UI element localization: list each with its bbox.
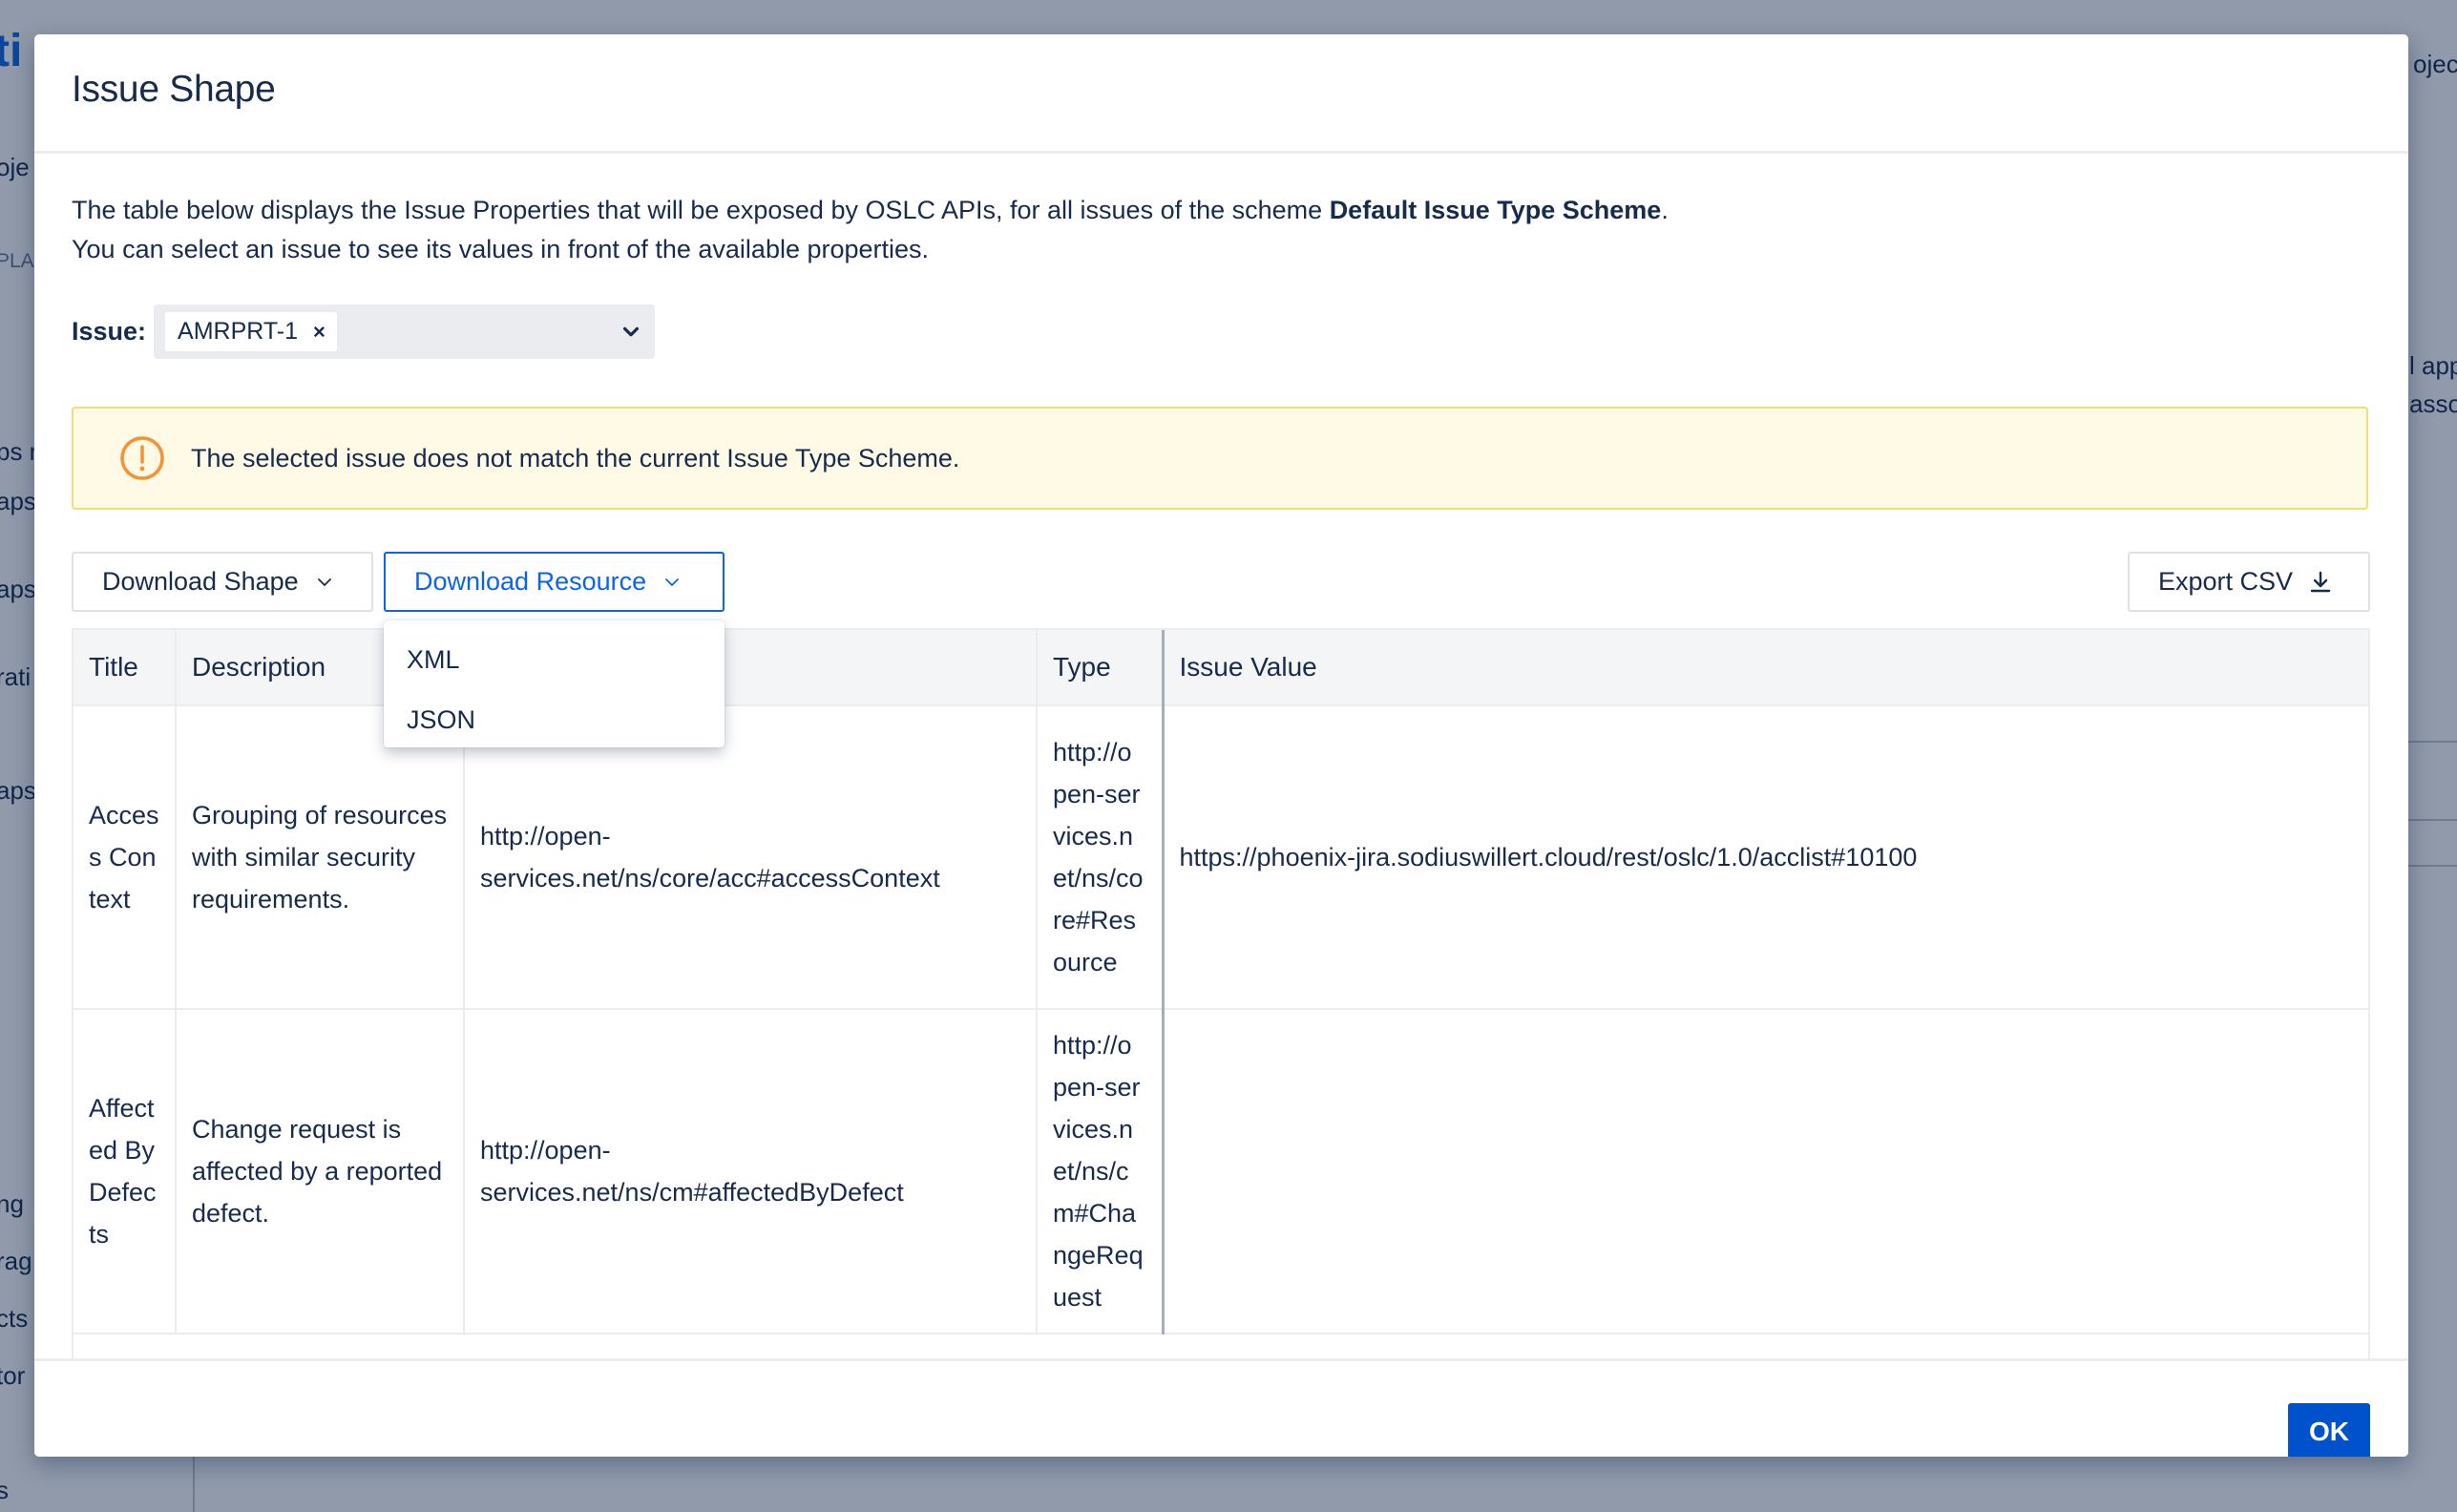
- cell-type: http://open-services.net/ns/cm#ChangeReq…: [1037, 1009, 1165, 1334]
- cell-type: http://open-services.net/ns/core#Resourc…: [1037, 705, 1165, 1010]
- chevron-down-icon: [317, 578, 331, 586]
- remove-issue-icon[interactable]: ×: [313, 320, 326, 345]
- issue-label: Issue:: [72, 317, 147, 346]
- cell-description: Grouping of resources with similar secur…: [176, 705, 465, 1010]
- issue-chip: AMRPRT-1 ×: [165, 312, 337, 351]
- export-csv-button[interactable]: Export CSV: [2128, 552, 2370, 612]
- table-row: Access Context Grouping of resources wit…: [74, 705, 2368, 1010]
- cell-title: Access Context: [74, 705, 177, 1010]
- download-resource-label: Download Resource: [414, 567, 647, 596]
- menu-item-xml[interactable]: XML: [407, 645, 460, 675]
- issue-shape-dialog: Issue Shape The table below displays the…: [34, 34, 2408, 1457]
- dialog-title: Issue Shape: [72, 69, 276, 110]
- intro-text-part: .: [1661, 196, 1669, 224]
- issue-picker-row: Issue: AMRPRT-1 ×: [72, 304, 656, 359]
- dialog-footer: OK: [34, 1358, 2408, 1457]
- cell-description: Change request is affected by a reported…: [176, 1009, 465, 1334]
- download-shape-button[interactable]: Download Shape: [72, 552, 373, 612]
- dialog-header: Issue Shape: [34, 34, 2408, 154]
- download-resource-menu: XML JSON: [384, 620, 724, 747]
- cell-title: Affected By Defects: [74, 1009, 177, 1334]
- scheme-name: Default Issue Type Scheme: [1329, 196, 1662, 224]
- column-header-type[interactable]: Type: [1037, 630, 1165, 706]
- intro-line-2: You can select an issue to see its value…: [72, 235, 930, 263]
- cell-property: http://open-services.net/ns/core/acc#acc…: [464, 705, 1038, 1010]
- menu-item-json[interactable]: JSON: [407, 705, 475, 735]
- download-resource-button[interactable]: Download Resource: [384, 552, 724, 612]
- intro-text-part: The table below displays the Issue Prope…: [72, 196, 1330, 224]
- cell-issue-value: https://phoenix-jira.sodiuswillert.cloud…: [1163, 705, 2368, 1010]
- warning-text: The selected issue does not match the cu…: [191, 443, 960, 472]
- issue-chip-label: AMRPRT-1: [178, 318, 298, 345]
- column-header-title[interactable]: Title: [74, 630, 177, 706]
- intro-line-1: The table below displays the Issue Prope…: [72, 191, 1669, 230]
- warning-icon: [120, 436, 164, 480]
- chevron-down-icon: [665, 578, 680, 586]
- download-shape-label: Download Shape: [102, 567, 299, 596]
- download-icon: [2310, 571, 2331, 592]
- export-csv-label: Export CSV: [2158, 567, 2294, 596]
- ok-button[interactable]: OK: [2288, 1403, 2370, 1457]
- cell-property: http://open-services.net/ns/cm#affectedB…: [464, 1009, 1038, 1334]
- intro-text: The table below displays the Issue Prope…: [72, 191, 1669, 269]
- issue-select[interactable]: AMRPRT-1 ×: [154, 304, 656, 359]
- column-header-issue-value[interactable]: Issue Value: [1163, 630, 2368, 706]
- chevron-down-icon[interactable]: [620, 322, 641, 343]
- table-row: Affected By Defects Change request is af…: [74, 1009, 2368, 1334]
- cell-issue-value: [1163, 1009, 2368, 1334]
- scheme-mismatch-warning: The selected issue does not match the cu…: [72, 407, 2368, 510]
